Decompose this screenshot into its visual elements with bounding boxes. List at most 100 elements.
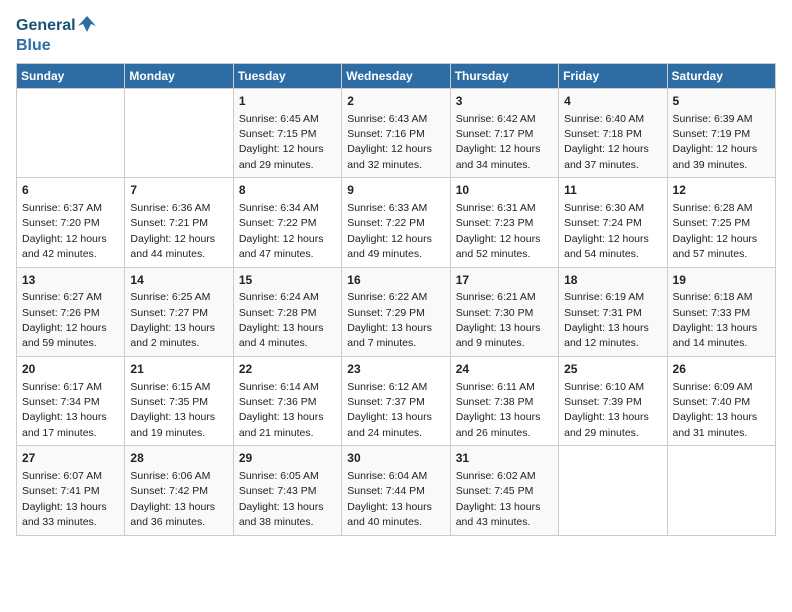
cell-day-number: 26 xyxy=(673,361,770,378)
calendar-cell: 20 Sunrise: 6:17 AMSunset: 7:34 PMDaylig… xyxy=(17,356,125,445)
cell-day-number: 5 xyxy=(673,93,770,110)
cell-day-number: 23 xyxy=(347,361,444,378)
cell-sunrise: Sunrise: 6:09 AMSunset: 7:40 PMDaylight:… xyxy=(673,381,758,439)
cell-sunrise: Sunrise: 6:02 AMSunset: 7:45 PMDaylight:… xyxy=(456,470,541,528)
cell-sunrise: Sunrise: 6:43 AMSunset: 7:16 PMDaylight:… xyxy=(347,113,432,171)
cell-day-number: 30 xyxy=(347,450,444,467)
cell-sunrise: Sunrise: 6:04 AMSunset: 7:44 PMDaylight:… xyxy=(347,470,432,528)
cell-day-number: 7 xyxy=(130,182,227,199)
cell-sunrise: Sunrise: 6:34 AMSunset: 7:22 PMDaylight:… xyxy=(239,202,324,260)
calendar-cell: 28 Sunrise: 6:06 AMSunset: 7:42 PMDaylig… xyxy=(125,446,233,535)
calendar-cell: 2 Sunrise: 6:43 AMSunset: 7:16 PMDayligh… xyxy=(342,88,450,177)
calendar-cell: 22 Sunrise: 6:14 AMSunset: 7:36 PMDaylig… xyxy=(233,356,341,445)
calendar-table: SundayMondayTuesdayWednesdayThursdayFrid… xyxy=(16,63,776,536)
cell-sunrise: Sunrise: 6:05 AMSunset: 7:43 PMDaylight:… xyxy=(239,470,324,528)
cell-sunrise: Sunrise: 6:22 AMSunset: 7:29 PMDaylight:… xyxy=(347,291,432,349)
calendar-cell: 27 Sunrise: 6:07 AMSunset: 7:41 PMDaylig… xyxy=(17,446,125,535)
page-header: General Blue xyxy=(16,16,776,55)
calendar-cell: 11 Sunrise: 6:30 AMSunset: 7:24 PMDaylig… xyxy=(559,178,667,267)
calendar-cell: 3 Sunrise: 6:42 AMSunset: 7:17 PMDayligh… xyxy=(450,88,558,177)
cell-sunrise: Sunrise: 6:19 AMSunset: 7:31 PMDaylight:… xyxy=(564,291,649,349)
cell-day-number: 28 xyxy=(130,450,227,467)
cell-sunrise: Sunrise: 6:31 AMSunset: 7:23 PMDaylight:… xyxy=(456,202,541,260)
calendar-cell: 10 Sunrise: 6:31 AMSunset: 7:23 PMDaylig… xyxy=(450,178,558,267)
cell-day-number: 11 xyxy=(564,182,661,199)
calendar-cell: 26 Sunrise: 6:09 AMSunset: 7:40 PMDaylig… xyxy=(667,356,775,445)
cell-sunrise: Sunrise: 6:33 AMSunset: 7:22 PMDaylight:… xyxy=(347,202,432,260)
cell-day-number: 21 xyxy=(130,361,227,378)
cell-day-number: 17 xyxy=(456,272,553,289)
cell-sunrise: Sunrise: 6:28 AMSunset: 7:25 PMDaylight:… xyxy=(673,202,758,260)
cell-sunrise: Sunrise: 6:15 AMSunset: 7:35 PMDaylight:… xyxy=(130,381,215,439)
cell-sunrise: Sunrise: 6:36 AMSunset: 7:21 PMDaylight:… xyxy=(130,202,215,260)
col-header-thursday: Thursday xyxy=(450,63,558,88)
cell-day-number: 1 xyxy=(239,93,336,110)
col-header-monday: Monday xyxy=(125,63,233,88)
cell-sunrise: Sunrise: 6:18 AMSunset: 7:33 PMDaylight:… xyxy=(673,291,758,349)
calendar-cell: 17 Sunrise: 6:21 AMSunset: 7:30 PMDaylig… xyxy=(450,267,558,356)
col-header-tuesday: Tuesday xyxy=(233,63,341,88)
cell-sunrise: Sunrise: 6:12 AMSunset: 7:37 PMDaylight:… xyxy=(347,381,432,439)
calendar-cell: 4 Sunrise: 6:40 AMSunset: 7:18 PMDayligh… xyxy=(559,88,667,177)
cell-sunrise: Sunrise: 6:11 AMSunset: 7:38 PMDaylight:… xyxy=(456,381,541,439)
cell-sunrise: Sunrise: 6:27 AMSunset: 7:26 PMDaylight:… xyxy=(22,291,107,349)
calendar-cell: 13 Sunrise: 6:27 AMSunset: 7:26 PMDaylig… xyxy=(17,267,125,356)
cell-day-number: 20 xyxy=(22,361,119,378)
calendar-cell: 29 Sunrise: 6:05 AMSunset: 7:43 PMDaylig… xyxy=(233,446,341,535)
calendar-cell: 6 Sunrise: 6:37 AMSunset: 7:20 PMDayligh… xyxy=(17,178,125,267)
calendar-cell: 9 Sunrise: 6:33 AMSunset: 7:22 PMDayligh… xyxy=(342,178,450,267)
cell-day-number: 8 xyxy=(239,182,336,199)
cell-day-number: 14 xyxy=(130,272,227,289)
cell-sunrise: Sunrise: 6:42 AMSunset: 7:17 PMDaylight:… xyxy=(456,113,541,171)
calendar-cell: 23 Sunrise: 6:12 AMSunset: 7:37 PMDaylig… xyxy=(342,356,450,445)
cell-sunrise: Sunrise: 6:24 AMSunset: 7:28 PMDaylight:… xyxy=(239,291,324,349)
calendar-cell: 24 Sunrise: 6:11 AMSunset: 7:38 PMDaylig… xyxy=(450,356,558,445)
calendar-cell xyxy=(125,88,233,177)
cell-sunrise: Sunrise: 6:30 AMSunset: 7:24 PMDaylight:… xyxy=(564,202,649,260)
calendar-cell: 12 Sunrise: 6:28 AMSunset: 7:25 PMDaylig… xyxy=(667,178,775,267)
cell-sunrise: Sunrise: 6:14 AMSunset: 7:36 PMDaylight:… xyxy=(239,381,324,439)
cell-sunrise: Sunrise: 6:25 AMSunset: 7:27 PMDaylight:… xyxy=(130,291,215,349)
cell-day-number: 24 xyxy=(456,361,553,378)
col-header-sunday: Sunday xyxy=(17,63,125,88)
cell-sunrise: Sunrise: 6:07 AMSunset: 7:41 PMDaylight:… xyxy=(22,470,107,528)
cell-day-number: 2 xyxy=(347,93,444,110)
calendar-cell: 7 Sunrise: 6:36 AMSunset: 7:21 PMDayligh… xyxy=(125,178,233,267)
cell-day-number: 3 xyxy=(456,93,553,110)
cell-day-number: 27 xyxy=(22,450,119,467)
cell-sunrise: Sunrise: 6:21 AMSunset: 7:30 PMDaylight:… xyxy=(456,291,541,349)
calendar-cell: 31 Sunrise: 6:02 AMSunset: 7:45 PMDaylig… xyxy=(450,446,558,535)
cell-day-number: 25 xyxy=(564,361,661,378)
calendar-cell: 25 Sunrise: 6:10 AMSunset: 7:39 PMDaylig… xyxy=(559,356,667,445)
cell-day-number: 4 xyxy=(564,93,661,110)
col-header-friday: Friday xyxy=(559,63,667,88)
cell-day-number: 13 xyxy=(22,272,119,289)
calendar-cell xyxy=(667,446,775,535)
calendar-cell: 5 Sunrise: 6:39 AMSunset: 7:19 PMDayligh… xyxy=(667,88,775,177)
calendar-cell: 15 Sunrise: 6:24 AMSunset: 7:28 PMDaylig… xyxy=(233,267,341,356)
logo-bird-icon xyxy=(78,16,96,36)
cell-day-number: 12 xyxy=(673,182,770,199)
calendar-cell xyxy=(17,88,125,177)
cell-sunrise: Sunrise: 6:17 AMSunset: 7:34 PMDaylight:… xyxy=(22,381,107,439)
calendar-cell: 1 Sunrise: 6:45 AMSunset: 7:15 PMDayligh… xyxy=(233,88,341,177)
calendar-cell: 19 Sunrise: 6:18 AMSunset: 7:33 PMDaylig… xyxy=(667,267,775,356)
cell-sunrise: Sunrise: 6:39 AMSunset: 7:19 PMDaylight:… xyxy=(673,113,758,171)
calendar-cell: 14 Sunrise: 6:25 AMSunset: 7:27 PMDaylig… xyxy=(125,267,233,356)
cell-sunrise: Sunrise: 6:37 AMSunset: 7:20 PMDaylight:… xyxy=(22,202,107,260)
logo: General Blue xyxy=(16,16,96,55)
cell-sunrise: Sunrise: 6:40 AMSunset: 7:18 PMDaylight:… xyxy=(564,113,649,171)
calendar-cell xyxy=(559,446,667,535)
cell-sunrise: Sunrise: 6:10 AMSunset: 7:39 PMDaylight:… xyxy=(564,381,649,439)
cell-day-number: 29 xyxy=(239,450,336,467)
cell-day-number: 22 xyxy=(239,361,336,378)
cell-sunrise: Sunrise: 6:06 AMSunset: 7:42 PMDaylight:… xyxy=(130,470,215,528)
cell-day-number: 9 xyxy=(347,182,444,199)
col-header-saturday: Saturday xyxy=(667,63,775,88)
col-header-wednesday: Wednesday xyxy=(342,63,450,88)
calendar-cell: 21 Sunrise: 6:15 AMSunset: 7:35 PMDaylig… xyxy=(125,356,233,445)
calendar-cell: 18 Sunrise: 6:19 AMSunset: 7:31 PMDaylig… xyxy=(559,267,667,356)
calendar-cell: 8 Sunrise: 6:34 AMSunset: 7:22 PMDayligh… xyxy=(233,178,341,267)
cell-day-number: 16 xyxy=(347,272,444,289)
cell-sunrise: Sunrise: 6:45 AMSunset: 7:15 PMDaylight:… xyxy=(239,113,324,171)
